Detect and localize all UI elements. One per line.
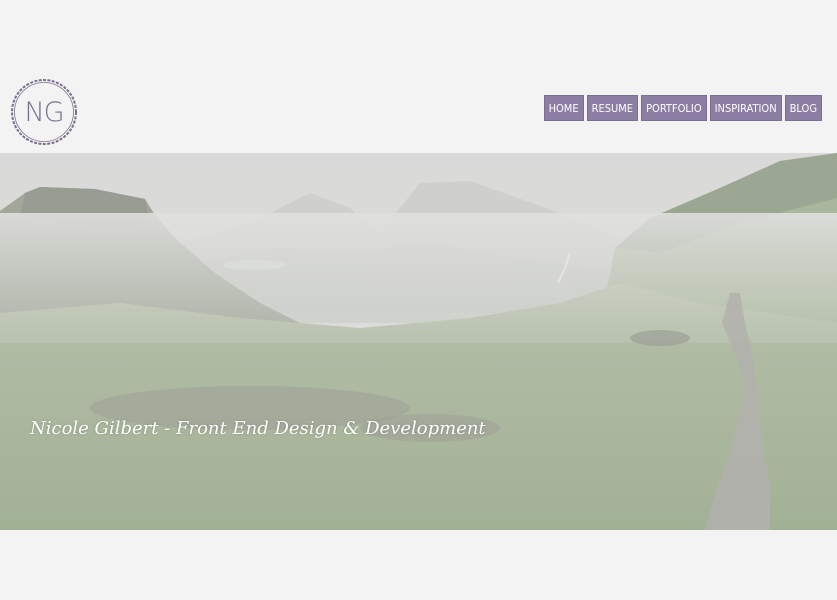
nav-inspiration[interactable]: INSPIRATION <box>709 95 782 121</box>
nav-blog[interactable]: BLOG <box>784 95 822 121</box>
hero-banner: Nicole Gilbert - Front End Design & Deve… <box>0 153 837 530</box>
nav-home[interactable]: HOME <box>543 95 584 121</box>
site-header: NG HOME RESUME PORTFOLIO INSPIRATION BLO… <box>0 0 837 153</box>
main-nav: HOME RESUME PORTFOLIO INSPIRATION BLOG <box>543 95 822 121</box>
logo-initials: NG <box>24 96 64 128</box>
logo[interactable]: NG <box>10 78 78 146</box>
nav-resume[interactable]: RESUME <box>586 95 639 121</box>
hero-overlay <box>0 153 837 530</box>
hero-tagline: Nicole Gilbert - Front End Design & Deve… <box>30 418 486 439</box>
nav-portfolio[interactable]: PORTFOLIO <box>641 95 707 121</box>
page-bottom-area <box>0 530 837 600</box>
